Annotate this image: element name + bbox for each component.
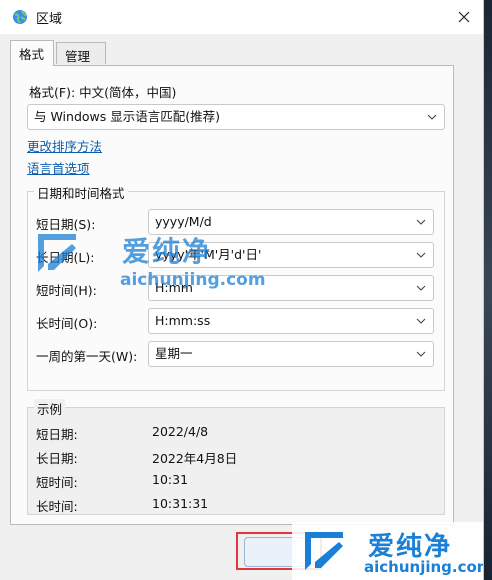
- region-dialog: 区域 格式 管理 格式(F): 中文(简体，中国) 与 Windows 显示语言…: [0, 0, 484, 580]
- watermark-corner: 爱纯净 aichunjing.com: [292, 522, 484, 580]
- example-group: 示例 短日期: 2022/4/8 长日期: 2022年4月8日 短时间: 10:…: [27, 399, 445, 515]
- example-long-time-label: 长时间:: [36, 499, 78, 514]
- close-icon: [458, 11, 470, 23]
- chevron-down-icon: [416, 318, 426, 324]
- change-sort-link[interactable]: 更改排序方法: [27, 136, 102, 155]
- long-time-value: H:mm:ss: [155, 313, 211, 328]
- example-group-title: 示例: [34, 399, 66, 418]
- tab-format[interactable]: 格式: [10, 40, 54, 66]
- example-short-date-label: 短日期:: [36, 427, 78, 442]
- brand-logo-icon: [38, 234, 76, 272]
- example-short-time-value: 10:31: [152, 472, 189, 487]
- format-dropdown-value: 与 Windows 显示语言匹配(推荐): [34, 109, 220, 124]
- example-short-time-label: 短时间:: [36, 475, 78, 490]
- chevron-down-icon: [416, 351, 426, 357]
- chevron-down-icon: [416, 285, 426, 291]
- example-long-time-value: 10:31:31: [152, 496, 209, 511]
- long-time-dropdown[interactable]: H:mm:ss: [148, 308, 434, 334]
- watermark-main: 爱纯净 aichunjing.com: [34, 228, 274, 298]
- window-title: 区域: [36, 12, 63, 27]
- watermark-brand: 爱纯净: [122, 235, 213, 268]
- first-day-of-week-value: 星期一: [155, 346, 193, 361]
- example-long-date-label: 长日期:: [36, 451, 78, 466]
- globe-icon: [13, 10, 27, 24]
- format-dropdown[interactable]: 与 Windows 显示语言匹配(推荐): [27, 104, 445, 130]
- format-label: 格式(F): 中文(简体，中国): [29, 85, 177, 100]
- language-preferences-link[interactable]: 语言首选项: [27, 158, 90, 177]
- brand-logo-icon: [305, 532, 343, 570]
- tab-manage[interactable]: 管理: [56, 42, 106, 64]
- watermark-corner-url: aichunjing.com: [364, 558, 484, 576]
- short-date-value: yyyy/M/d: [155, 214, 212, 229]
- datetime-group-title: 日期和时间格式: [34, 183, 128, 202]
- chevron-down-icon: [416, 219, 426, 225]
- chevron-down-icon: [416, 252, 426, 258]
- close-button[interactable]: [444, 0, 483, 34]
- title-bar: 区域: [0, 0, 483, 34]
- example-short-date-value: 2022/4/8: [152, 424, 209, 439]
- chevron-down-icon: [427, 114, 437, 120]
- desktop-background: [484, 0, 492, 580]
- first-day-of-week-label: 一周的第一天(W):: [36, 349, 138, 364]
- first-day-of-week-dropdown[interactable]: 星期一: [148, 341, 434, 367]
- long-time-label: 长时间(O):: [36, 316, 98, 331]
- example-long-date-value: 2022年4月8日: [152, 451, 238, 466]
- watermark-url: aichunjing.com: [120, 270, 266, 290]
